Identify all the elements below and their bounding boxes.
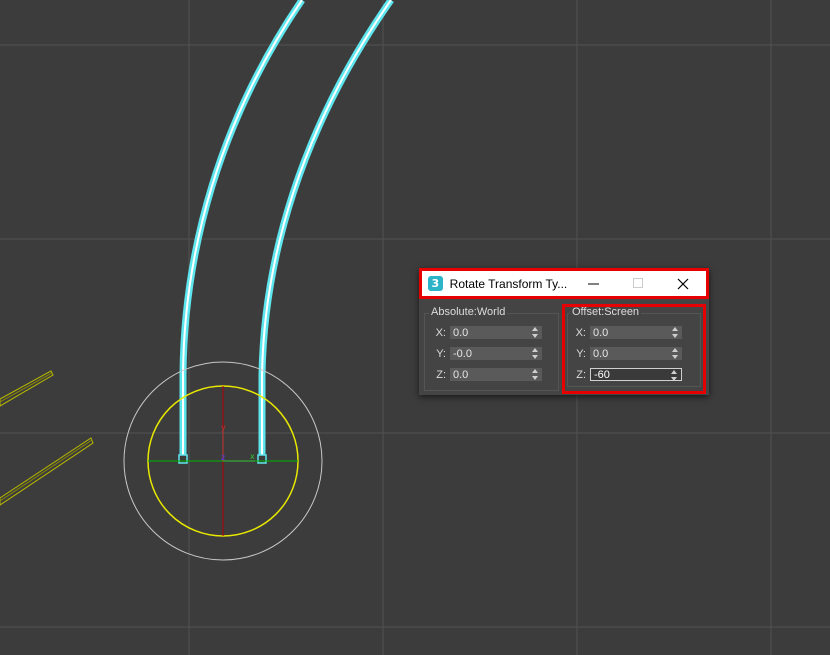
absolute-z-row: Z: xyxy=(428,368,542,381)
offset-x-row: X: xyxy=(568,326,682,339)
spin-up-icon[interactable] xyxy=(671,370,677,374)
spin-up-icon[interactable] xyxy=(532,348,538,352)
spinner-arrows[interactable] xyxy=(671,370,678,381)
minimize-icon xyxy=(587,283,599,285)
offset-y-row: Y: xyxy=(568,347,682,360)
gizmo-x-label: x xyxy=(250,452,255,461)
gizmo-z-label: z xyxy=(221,453,225,462)
shape-vertex xyxy=(178,454,188,464)
spinner-arrows[interactable] xyxy=(672,348,679,359)
absolute-z-label: Z: xyxy=(436,368,446,381)
absolute-y-row: Y: xyxy=(428,347,542,360)
offset-x-input[interactable] xyxy=(590,326,670,339)
offset-z-input[interactable] xyxy=(591,369,671,380)
absolute-y-input[interactable] xyxy=(450,347,530,360)
absolute-x-row: X: xyxy=(428,326,542,339)
offset-y-input[interactable] xyxy=(590,347,670,360)
spin-up-icon[interactable] xyxy=(532,369,538,373)
absolute-x-input[interactable] xyxy=(450,326,530,339)
spinner-arrows[interactable] xyxy=(532,369,539,380)
spin-down-icon[interactable] xyxy=(532,376,538,380)
spinner-arrows[interactable] xyxy=(532,348,539,359)
offset-screen-label: Offset:Screen xyxy=(570,306,642,318)
spin-up-icon[interactable] xyxy=(532,327,538,331)
spin-down-icon[interactable] xyxy=(532,355,538,359)
minimize-button[interactable] xyxy=(571,271,616,296)
absolute-z-spinner[interactable] xyxy=(450,368,542,381)
offset-z-label: Z: xyxy=(576,368,586,381)
offset-z-spinner[interactable] xyxy=(590,368,682,381)
dialog-titlebar[interactable]: 3 Rotate Transform Ty... xyxy=(419,268,709,299)
offset-y-label: Y: xyxy=(576,347,586,360)
spinner-arrows[interactable] xyxy=(672,327,679,338)
spin-up-icon[interactable] xyxy=(672,327,678,331)
close-button[interactable] xyxy=(661,271,706,296)
maximize-icon xyxy=(632,278,643,288)
spinner-arrows[interactable] xyxy=(532,327,539,338)
close-icon xyxy=(678,278,689,289)
absolute-y-label: Y: xyxy=(436,347,446,360)
offset-x-label: X: xyxy=(575,326,586,339)
gizmo-y-label: y xyxy=(221,423,226,432)
absolute-y-spinner[interactable] xyxy=(450,347,542,360)
spin-down-icon[interactable] xyxy=(671,377,677,381)
app-icon: 3 xyxy=(428,276,443,291)
absolute-x-label: X: xyxy=(435,326,446,339)
offset-x-spinner[interactable] xyxy=(590,326,682,339)
spin-down-icon[interactable] xyxy=(672,355,678,359)
absolute-world-label: Absolute:World xyxy=(429,306,508,318)
spin-down-icon[interactable] xyxy=(532,334,538,338)
absolute-z-input[interactable] xyxy=(450,368,530,381)
spin-down-icon[interactable] xyxy=(672,334,678,338)
shape-vertex xyxy=(257,454,267,464)
offset-y-spinner[interactable] xyxy=(590,347,682,360)
offset-z-row: Z: xyxy=(568,368,682,381)
rotate-transform-type-in-dialog[interactable]: 3 Rotate Transform Ty... Absolute:World … xyxy=(419,268,709,395)
spin-up-icon[interactable] xyxy=(672,348,678,352)
absolute-x-spinner[interactable] xyxy=(450,326,542,339)
maximize-button xyxy=(616,271,661,296)
dialog-title: Rotate Transform Ty... xyxy=(449,276,568,291)
